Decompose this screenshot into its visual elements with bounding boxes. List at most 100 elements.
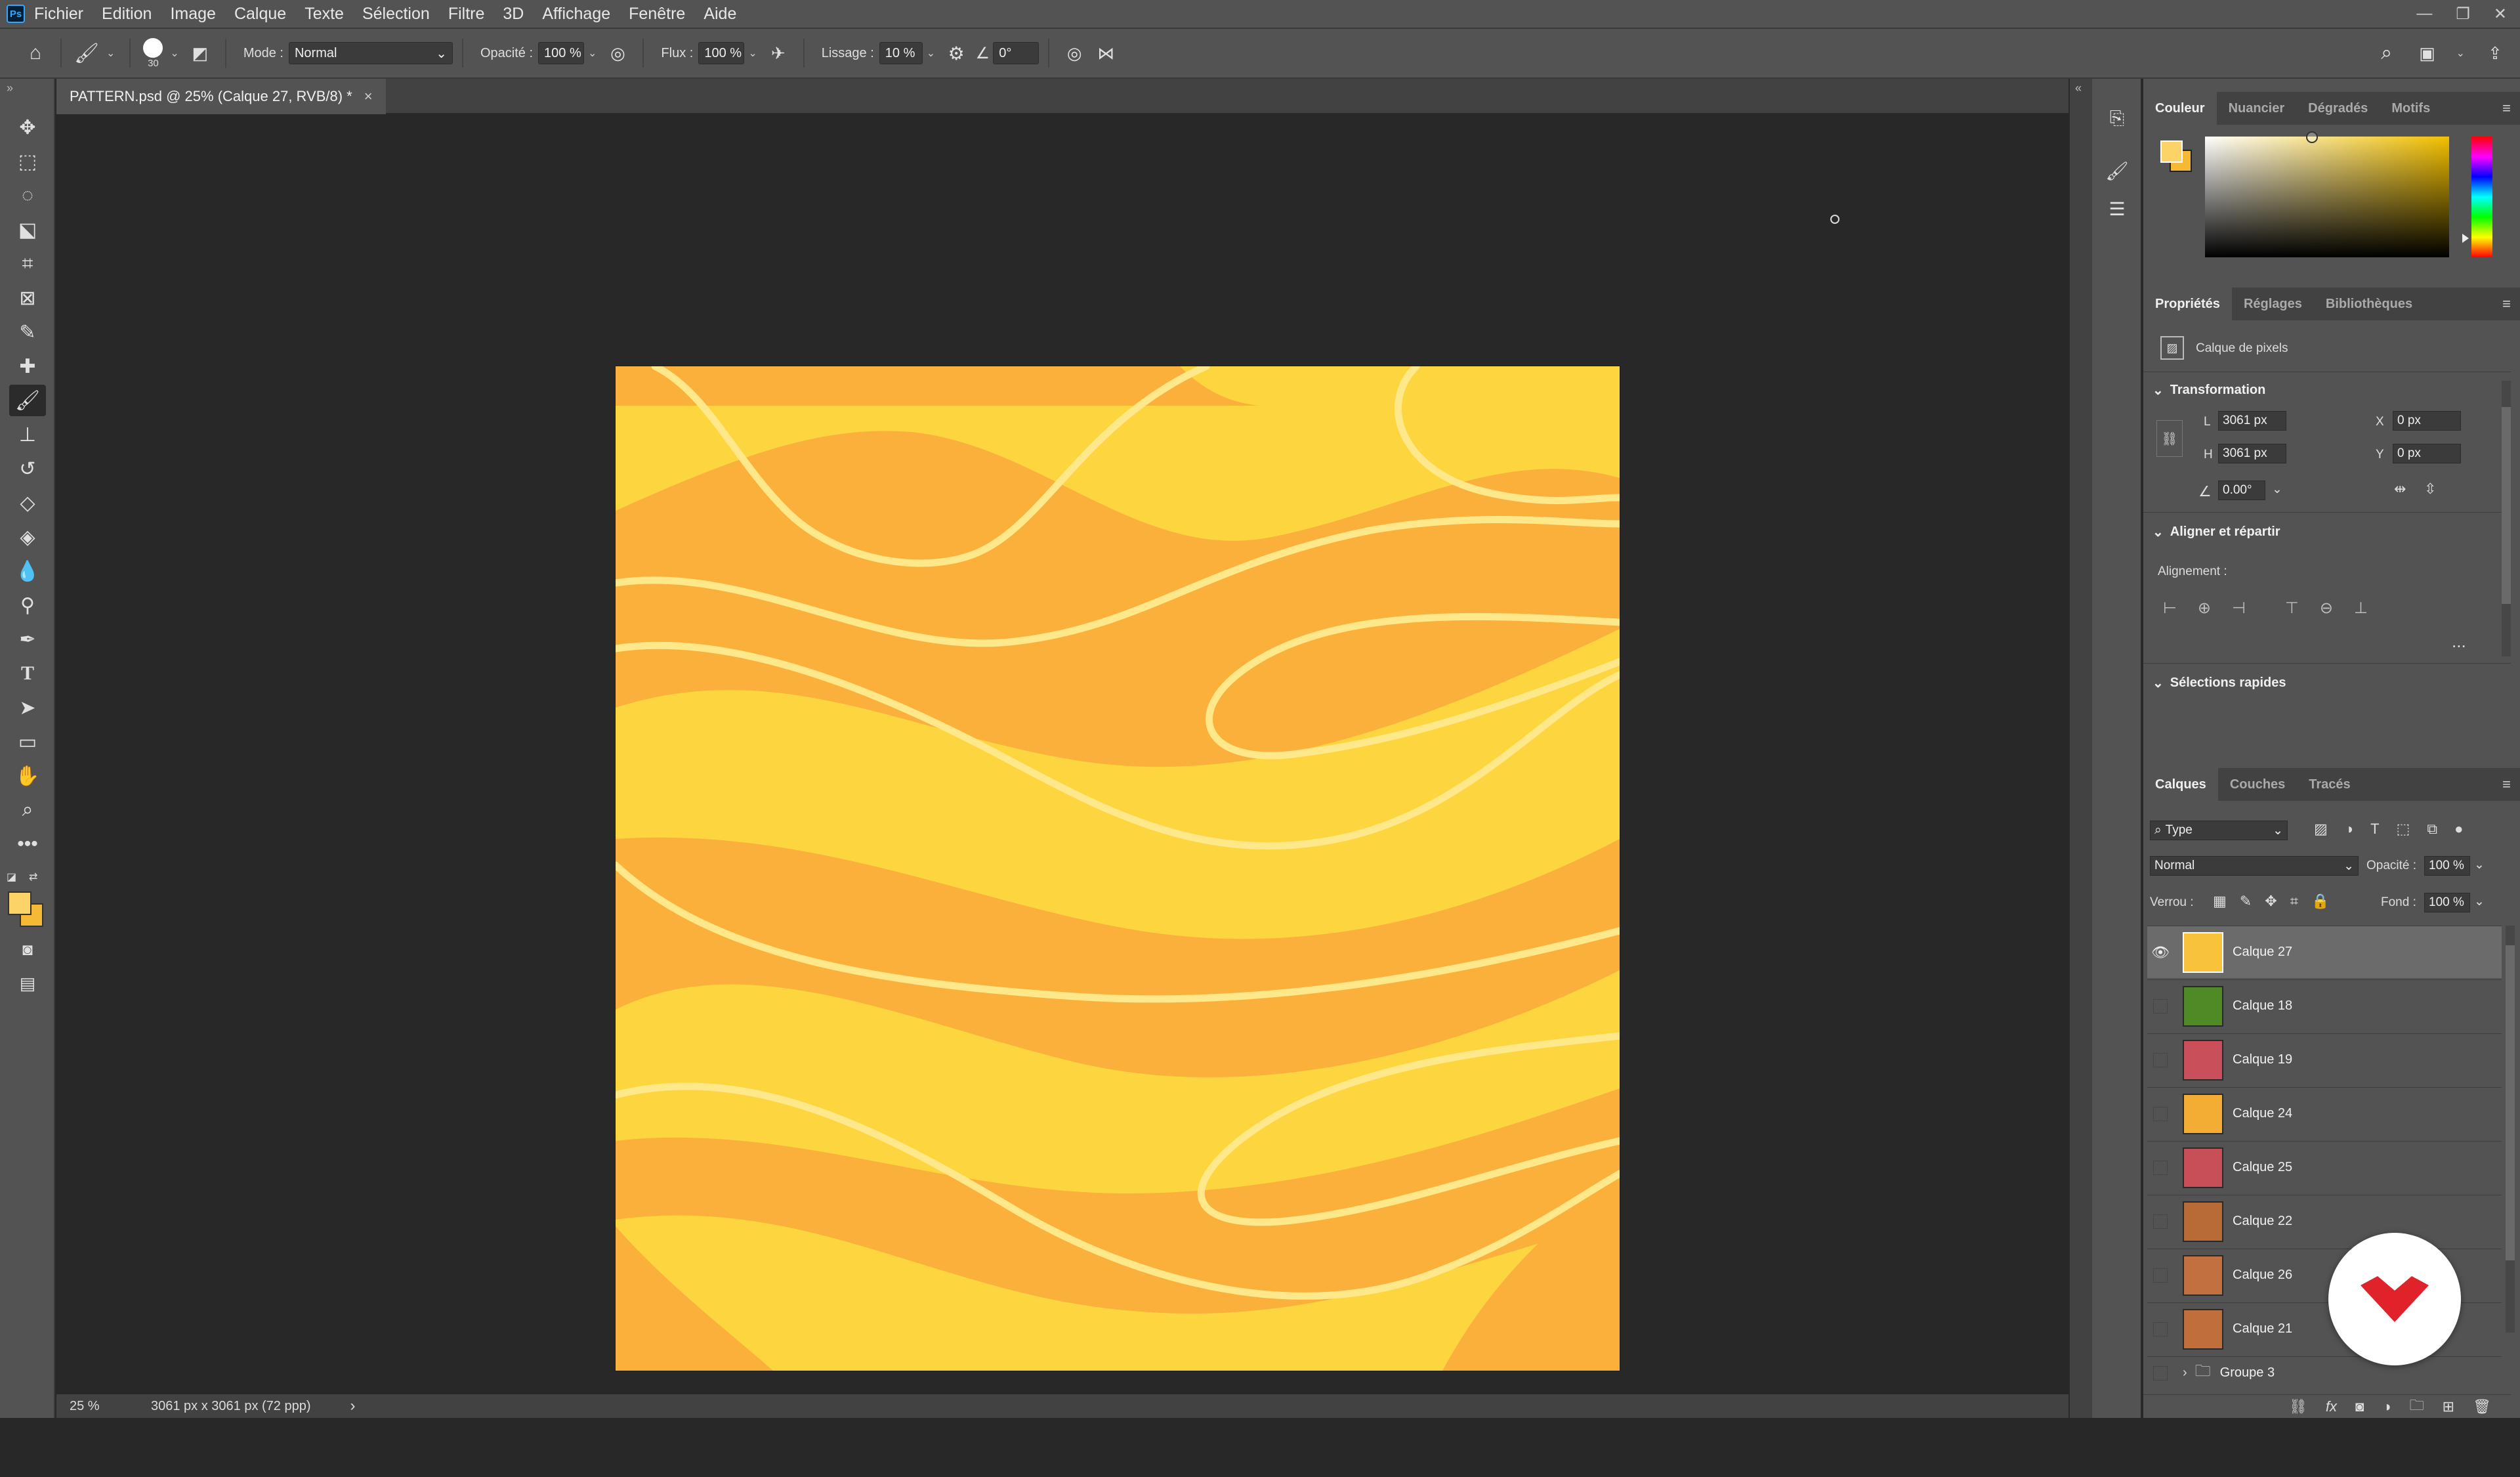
symmetry-icon[interactable]: ⋈ [1090,37,1122,69]
tab-nuancier[interactable]: Nuancier [2217,92,2297,125]
layer-filter-select[interactable]: ⌕ Type ⌄ [2150,821,2288,840]
rectangle-tool-icon[interactable]: ▭ [9,726,46,758]
screen-mode-icon[interactable]: ▤ [9,968,46,999]
transform-section-header[interactable]: ⌄ Transformation [2152,382,2265,398]
pressure-opacity-icon[interactable]: ◎ [602,37,633,69]
blur-tool-icon[interactable]: 💧 [9,555,46,587]
history-panel-icon[interactable]: ⎘ [2101,102,2133,134]
chevron-right-icon[interactable]: › [2183,1365,2187,1381]
filter-toggle-icon[interactable]: ● [2454,821,2463,838]
share-icon[interactable]: ⇪ [2479,37,2511,69]
menu-affichage[interactable]: Affichage [542,5,610,24]
filter-smart-object-icon[interactable]: ⧉ [2427,821,2437,838]
menu-fenetre[interactable]: Fenêtre [629,5,685,24]
brush-tool-icon[interactable]: 🖌 [9,385,46,416]
chevron-down-icon[interactable]: ⌄ [588,47,597,60]
panel-menu-icon[interactable]: ≡ [2502,295,2511,312]
tab-proprietes[interactable]: Propriétés [2143,288,2232,320]
tab-calques[interactable]: Calques [2143,768,2218,801]
airbrush-icon[interactable]: ✈ [763,37,794,69]
link-layers-icon[interactable]: ⛓ [2289,1398,2307,1415]
eye-visibility-icon[interactable]: 👁 [2147,944,2174,961]
chevron-down-icon[interactable]: ⌄ [2456,47,2465,60]
visibility-toggle[interactable] [2153,1268,2168,1283]
flip-horizontal-icon[interactable]: ⇹ [2394,481,2406,498]
adjustment-layer-icon[interactable]: ◑ [2382,1398,2391,1415]
flow-field[interactable]: 100 % [698,42,745,64]
menu-texte[interactable]: Texte [304,5,344,24]
color-field-picker[interactable] [2205,131,2449,257]
filter-adjustment-icon[interactable]: ◑ [2345,821,2353,838]
type-tool-icon[interactable]: T [9,658,46,689]
align-vcenter-icon[interactable]: ⊖ [2320,599,2333,618]
layer-row[interactable]: Calque 19 [2147,1033,2502,1086]
layer-row[interactable]: 👁 Calque 27 [2147,926,2502,978]
properties-scrollbar[interactable] [2502,381,2511,656]
brush-preset-icon[interactable]: 🖌 [71,37,102,69]
align-hcenter-icon[interactable]: ⊕ [2198,599,2211,618]
foreground-color-swatch[interactable] [8,891,32,915]
crop-tool-icon[interactable]: ⌗ [9,248,46,280]
healing-brush-tool-icon[interactable]: ✚ [9,351,46,382]
filter-shape-icon[interactable]: ⬚ [2397,821,2410,838]
tab-motifs[interactable]: Motifs [2380,92,2442,125]
angle-field[interactable]: 0° [993,42,1040,64]
panel-menu-icon[interactable]: ≡ [2502,100,2511,117]
adjustments-panel-icon[interactable]: ☰ [2101,193,2133,225]
menu-filtre[interactable]: Filtre [448,5,485,24]
align-bottom-icon[interactable]: ⊥ [2354,599,2368,618]
layers-scrollbar[interactable] [2506,926,2515,1333]
add-mask-icon[interactable]: ◙ [2355,1398,2364,1415]
artwork-canvas[interactable] [616,366,1620,1371]
chevron-down-icon[interactable]: ⌄ [748,47,757,60]
history-brush-tool-icon[interactable]: ↺ [9,453,46,484]
fx-icon[interactable]: fx [2326,1398,2337,1415]
layer-opacity-field[interactable]: 100 % [2424,856,2470,876]
width-field[interactable]: 3061 px [2218,411,2286,431]
new-layer-icon[interactable]: ⊞ [2443,1398,2454,1415]
default-colors-icon[interactable]: ◪ [7,870,16,884]
menu-fichier[interactable]: Fichier [34,5,83,24]
fill-field[interactable]: 100 % [2424,893,2470,912]
layer-row[interactable]: Calque 22 [2147,1195,2502,1247]
visibility-toggle[interactable] [2153,998,2168,1014]
layer-group-row[interactable]: › 🗀 Groupe 3 [2147,1356,2502,1389]
path-selection-tool-icon[interactable]: ➤ [9,692,46,723]
smoothing-field[interactable]: 10 % [879,42,923,64]
chevron-down-icon[interactable]: ⌄ [106,47,115,60]
quick-actions-section-header[interactable]: ⌄ Sélections rapides [2152,675,2286,691]
menu-selection[interactable]: Sélection [362,5,430,24]
tab-traces[interactable]: Tracés [2297,768,2362,801]
status-expand-arrow-icon[interactable]: › [350,1397,356,1415]
layer-row[interactable]: Calque 24 [2147,1087,2502,1140]
panel-menu-icon[interactable]: ≡ [2502,776,2511,793]
photoshop-logo-icon[interactable]: Ps [7,5,25,23]
chevron-down-icon[interactable]: ⌄ [2474,857,2485,872]
frame-tool-icon[interactable]: ⊠ [9,282,46,314]
lock-pixels-icon[interactable]: ✎ [2240,893,2252,910]
menu-calque[interactable]: Calque [234,5,286,24]
paint-bucket-tool-icon[interactable]: ◈ [9,521,46,553]
expand-toolbar-icon[interactable]: » [7,81,13,95]
clone-stamp-tool-icon[interactable]: ⊥ [9,419,46,450]
visibility-toggle[interactable] [2153,1106,2168,1121]
chevron-down-icon[interactable]: ⌄ [2272,482,2282,497]
chevron-down-icon[interactable]: ⌄ [2474,894,2485,909]
align-top-icon[interactable]: ⊤ [2285,599,2299,618]
hue-slider[interactable] [2471,137,2492,257]
move-tool-icon[interactable]: ✥ [9,112,46,143]
restore-icon[interactable]: ❐ [2456,5,2470,24]
visibility-toggle[interactable] [2153,1365,2168,1381]
lock-position-icon[interactable]: ✥ [2265,893,2277,910]
new-group-icon[interactable]: 🗀 [2410,1394,2424,1419]
lock-artboard-icon[interactable]: ⌗ [2290,893,2298,910]
eyedropper-tool-icon[interactable]: ✎ [9,316,46,348]
angle-field[interactable]: 0.00° [2218,481,2265,500]
scrollbar-thumb[interactable] [2506,945,2515,1260]
filter-pixel-icon[interactable]: ▨ [2314,821,2328,838]
delete-layer-icon[interactable]: 🗑 [2473,1398,2491,1415]
align-right-icon[interactable]: ⊣ [2232,599,2246,618]
brush-settings-panel-icon[interactable]: 🖌 [2101,155,2133,186]
hand-tool-icon[interactable]: ✋ [9,760,46,792]
align-section-header[interactable]: ⌄ Aligner et répartir [2152,524,2280,540]
